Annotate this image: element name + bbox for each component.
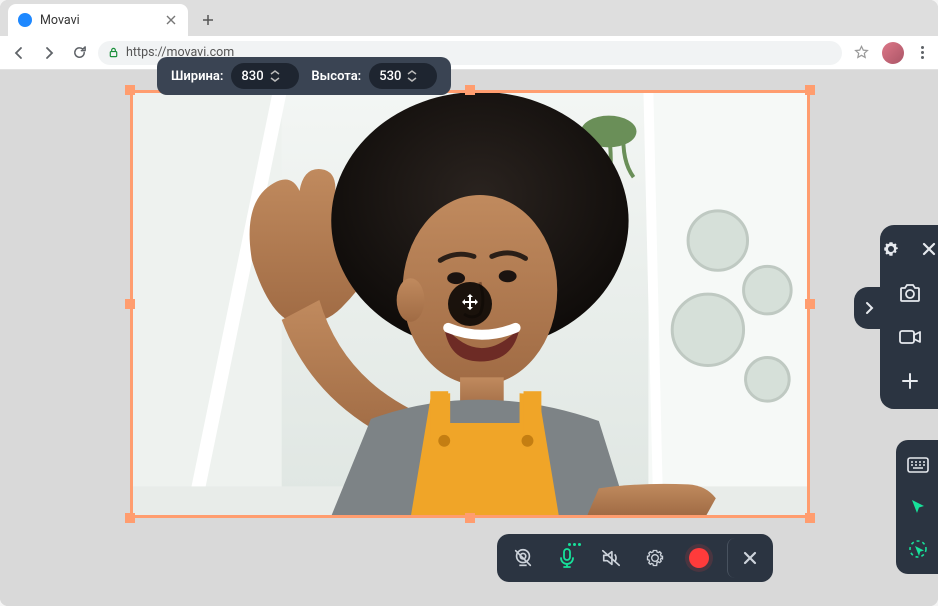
- camera-icon: [898, 282, 922, 304]
- height-field: Высота: 530: [311, 63, 437, 89]
- browser-window: Movavi https://movavi.com: [0, 0, 938, 606]
- reload-button[interactable]: [68, 42, 90, 64]
- width-label: Ширина:: [171, 69, 223, 84]
- gear-icon: [882, 240, 900, 258]
- bookmark-star-icon[interactable]: [850, 42, 872, 64]
- close-icon: [921, 241, 937, 257]
- tool-strip: [896, 440, 938, 574]
- cursor-highlight-button[interactable]: [903, 492, 933, 522]
- close-panel-button[interactable]: [915, 235, 938, 263]
- expand-panel-button[interactable]: [854, 287, 884, 329]
- width-field: Ширина: 830: [171, 63, 299, 89]
- browser-menu-icon[interactable]: [914, 42, 930, 64]
- webcam-off-icon: [512, 547, 534, 569]
- resize-handle-bl[interactable]: [125, 513, 135, 523]
- width-value: 830: [241, 69, 263, 84]
- chevron-up-icon[interactable]: [407, 69, 417, 76]
- capture-region[interactable]: [130, 90, 810, 518]
- resize-handle-ml[interactable]: [125, 299, 135, 309]
- speaker-off-icon: [600, 548, 622, 568]
- video-record-button[interactable]: [896, 323, 924, 351]
- record-icon: [689, 548, 709, 568]
- height-label: Высота:: [311, 69, 361, 84]
- microphone-icon: [557, 547, 577, 569]
- mic-level-indicator: [568, 543, 581, 546]
- keyboard-overlay-button[interactable]: [903, 450, 933, 480]
- plus-icon: [900, 371, 920, 391]
- add-button[interactable]: [896, 367, 924, 395]
- recording-settings-button[interactable]: [635, 538, 675, 578]
- close-icon: [742, 550, 758, 566]
- chevron-right-icon: [862, 301, 876, 315]
- width-stepper[interactable]: [270, 69, 280, 83]
- chevron-down-icon[interactable]: [407, 76, 417, 83]
- new-tab-button[interactable]: [194, 6, 222, 34]
- screenshot-button[interactable]: [896, 279, 924, 307]
- record-button[interactable]: [679, 538, 719, 578]
- resize-handle-bm[interactable]: [465, 513, 475, 523]
- gear-icon: [645, 548, 665, 568]
- video-camera-icon: [898, 327, 922, 347]
- cursor-click-icon: [907, 538, 929, 560]
- width-input[interactable]: 830: [231, 63, 299, 89]
- keyboard-icon: [907, 457, 929, 473]
- resize-handle-tm[interactable]: [465, 85, 475, 95]
- tab-favicon: [18, 13, 32, 27]
- dimension-bar[interactable]: Ширина: 830 Высота: 530: [157, 57, 451, 95]
- microphone-toggle-button[interactable]: [547, 538, 587, 578]
- cursor-click-button[interactable]: [903, 534, 933, 564]
- webcam-toggle-button[interactable]: [503, 538, 543, 578]
- cancel-recording-button[interactable]: [727, 538, 767, 578]
- back-button[interactable]: [8, 42, 30, 64]
- tab-bar: Movavi: [0, 0, 938, 36]
- height-input[interactable]: 530: [369, 63, 437, 89]
- page-viewport: Ширина: 830 Высота: 530: [0, 70, 938, 606]
- browser-tab[interactable]: Movavi: [8, 4, 188, 36]
- resize-handle-tl[interactable]: [125, 85, 135, 95]
- settings-button[interactable]: [877, 235, 905, 263]
- tab-close-icon[interactable]: [164, 13, 178, 27]
- resize-handle-tr[interactable]: [805, 85, 815, 95]
- chevron-up-icon[interactable]: [270, 69, 280, 76]
- profile-avatar[interactable]: [882, 42, 904, 64]
- chevron-down-icon[interactable]: [270, 76, 280, 83]
- recording-bar: [497, 534, 773, 582]
- side-panel: [880, 225, 938, 409]
- resize-handle-mr[interactable]: [805, 299, 815, 309]
- height-value: 530: [379, 69, 401, 84]
- cursor-icon: [908, 497, 928, 517]
- height-stepper[interactable]: [407, 69, 417, 83]
- resize-handle-br[interactable]: [805, 513, 815, 523]
- browser-toolbar: https://movavi.com: [0, 36, 938, 70]
- move-handle[interactable]: [448, 282, 492, 326]
- move-icon: [458, 292, 482, 316]
- tab-title: Movavi: [40, 13, 80, 28]
- system-audio-toggle-button[interactable]: [591, 538, 631, 578]
- lock-icon: [108, 47, 120, 59]
- forward-button[interactable]: [38, 42, 60, 64]
